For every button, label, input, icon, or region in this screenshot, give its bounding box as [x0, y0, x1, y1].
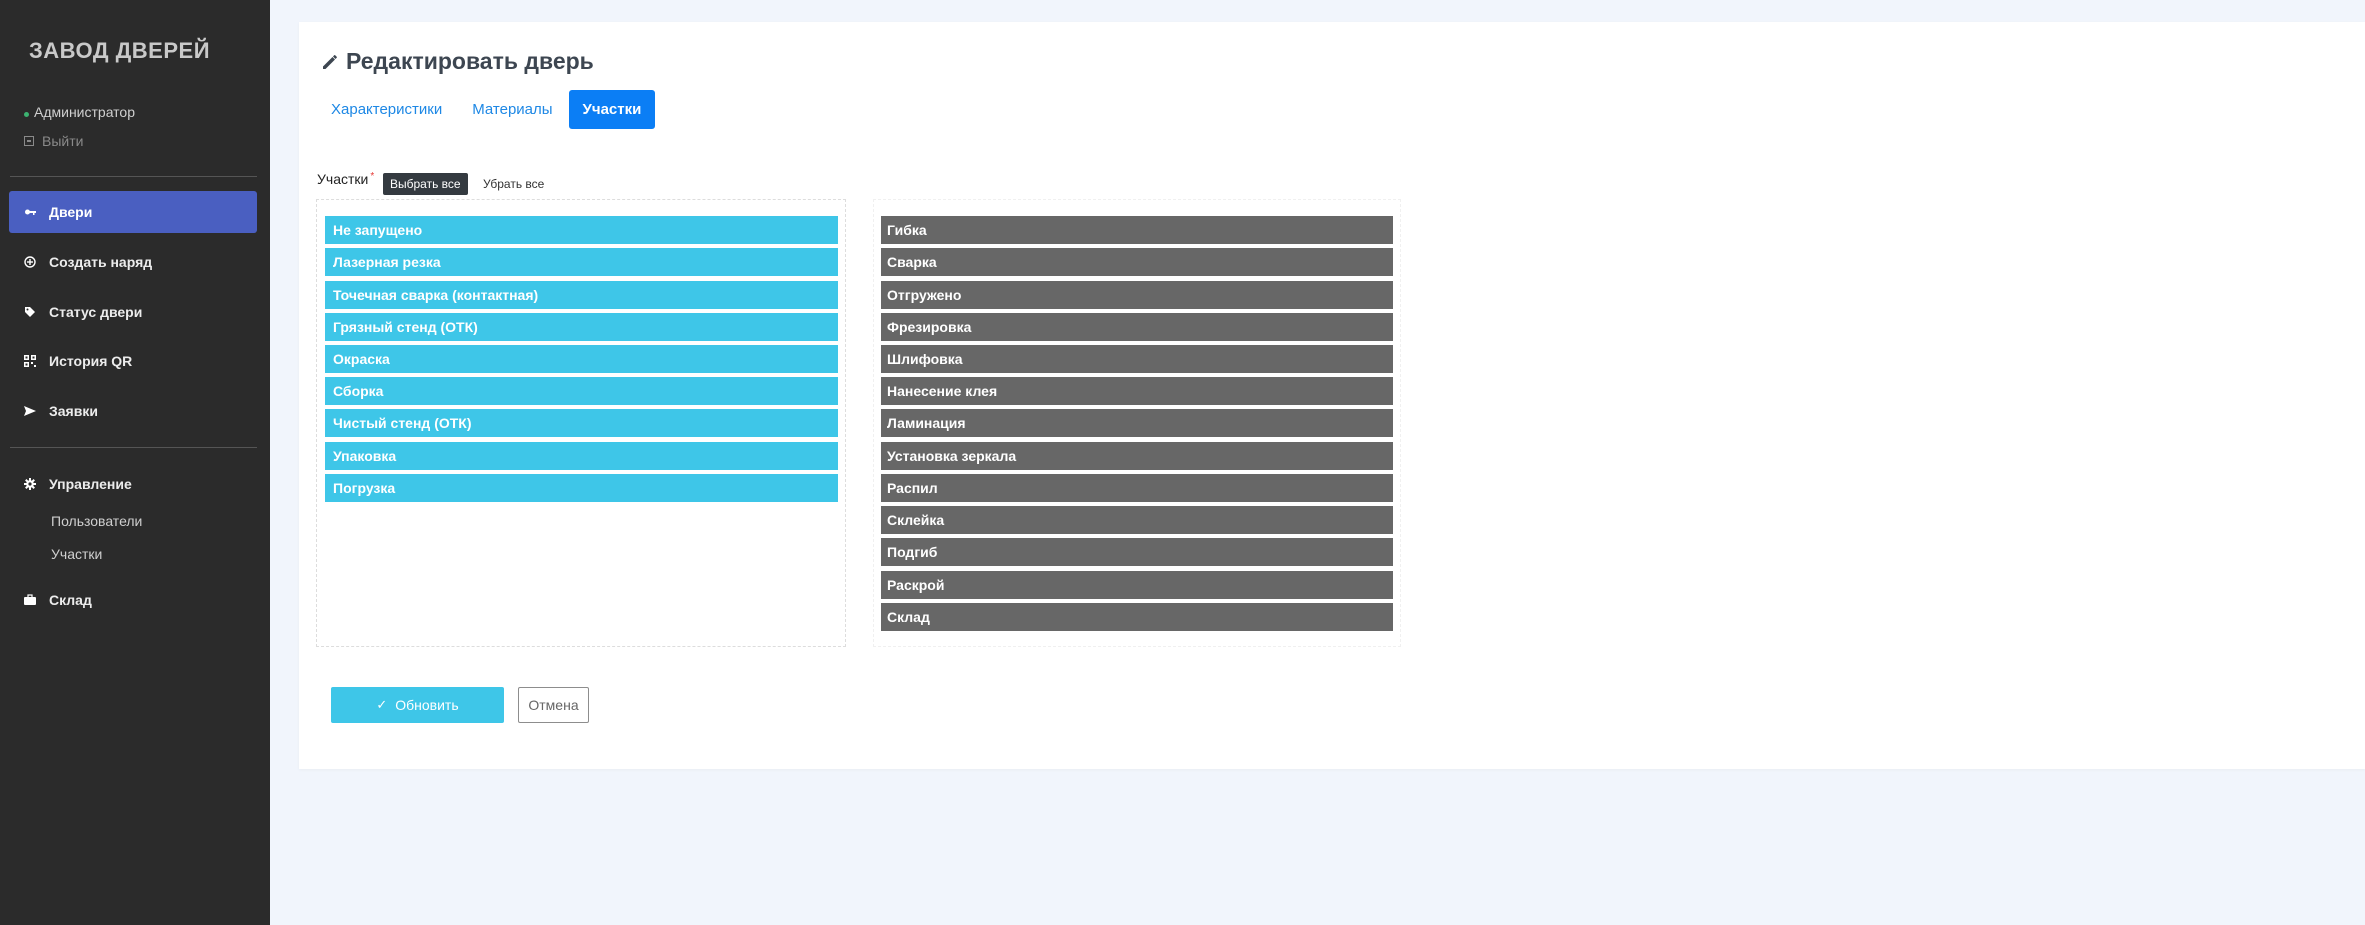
available-section-item[interactable]: Склейка: [881, 506, 1393, 534]
logout-label: Выйти: [42, 133, 84, 149]
sidebar-item-qr-history[interactable]: История QR: [9, 340, 257, 382]
sidebar-item-door-status[interactable]: Статус двери: [9, 291, 257, 333]
selected-section-item[interactable]: Упаковка: [325, 442, 838, 470]
sidebar-item-requests[interactable]: Заявки: [9, 390, 257, 432]
tab-characteristics[interactable]: Характеристики: [317, 90, 456, 129]
sidebar: ЗАВОД ДВЕРЕЙ Администратор Выйти Двери С…: [0, 0, 270, 925]
available-section-item[interactable]: Подгиб: [881, 538, 1393, 566]
sidebar-item-create-order[interactable]: Создать наряд: [9, 241, 257, 283]
update-button[interactable]: ✓ Обновить: [331, 687, 504, 723]
sidebar-divider: [10, 176, 257, 177]
selected-section-item[interactable]: Чистый стенд (ОТК): [325, 409, 838, 437]
available-section-item[interactable]: Распил: [881, 474, 1393, 502]
selected-section-item[interactable]: Погрузка: [325, 474, 838, 502]
clear-all-button[interactable]: Убрать все: [476, 173, 552, 195]
sidebar-item-label: История QR: [49, 353, 133, 369]
tab-materials[interactable]: Материалы: [458, 90, 566, 129]
selected-section-item[interactable]: Грязный стенд (ОТК): [325, 313, 838, 341]
paper-plane-icon: [24, 405, 36, 417]
current-user: Администратор: [24, 104, 135, 120]
available-section-item[interactable]: Сварка: [881, 248, 1393, 276]
sidebar-item-label: Склад: [49, 592, 92, 608]
available-section-item[interactable]: Отгружено: [881, 281, 1393, 309]
sidebar-item-doors[interactable]: Двери: [9, 191, 257, 233]
selected-section-item[interactable]: Сборка: [325, 377, 838, 405]
sidebar-subitem-users[interactable]: Пользователи: [51, 513, 142, 529]
page-title: Редактировать дверь: [320, 48, 594, 75]
available-sections-list: Гибка Сварка Отгружено Фрезировка Шлифов…: [873, 199, 1401, 647]
available-section-item[interactable]: Установка зеркала: [881, 442, 1393, 470]
sidebar-item-management[interactable]: Управление: [9, 463, 257, 505]
field-label-text: Участки: [317, 171, 369, 187]
cancel-button[interactable]: Отмена: [518, 687, 589, 723]
logout-icon: [24, 136, 34, 146]
selected-section-item[interactable]: Лазерная резка: [325, 248, 838, 276]
sidebar-item-label: Статус двери: [49, 304, 143, 320]
update-button-label: Обновить: [395, 697, 459, 713]
tab-sections[interactable]: Участки: [568, 90, 656, 129]
logout-link[interactable]: Выйти: [24, 133, 83, 149]
available-section-item[interactable]: Шлифовка: [881, 345, 1393, 373]
available-section-item[interactable]: Ламинация: [881, 409, 1393, 437]
sidebar-subitem-sections[interactable]: Участки: [51, 546, 102, 562]
pencil-icon: [323, 54, 337, 69]
sidebar-divider: [10, 447, 257, 448]
available-section-item[interactable]: Раскрой: [881, 571, 1393, 599]
sidebar-item-label: Заявки: [49, 403, 98, 419]
required-mark: *: [370, 171, 375, 182]
briefcase-icon: [24, 594, 36, 606]
available-section-item[interactable]: Склад: [881, 603, 1393, 631]
user-name: Администратор: [34, 104, 136, 120]
qrcode-icon: [24, 355, 36, 367]
available-section-item[interactable]: Гибка: [881, 216, 1393, 244]
check-icon: ✓: [376, 697, 388, 712]
sidebar-item-label: Создать наряд: [49, 254, 153, 270]
tabs: Характеристики Материалы Участки: [317, 90, 657, 129]
sidebar-item-label: Управление: [49, 476, 132, 492]
sections-field-label: Участки *: [317, 171, 374, 187]
select-all-button[interactable]: Выбрать все: [383, 173, 468, 195]
selected-section-item[interactable]: Не запущено: [325, 216, 838, 244]
tag-icon: [24, 306, 36, 318]
sidebar-item-warehouse[interactable]: Склад: [9, 579, 257, 621]
gear-icon: [24, 478, 36, 490]
selected-sections-list: Не запущено Лазерная резка Точечная свар…: [316, 199, 846, 647]
available-section-item[interactable]: Нанесение клея: [881, 377, 1393, 405]
online-status-dot: [24, 111, 29, 117]
selected-section-item[interactable]: Точечная сварка (контактная): [325, 281, 838, 309]
selected-section-item[interactable]: Окраска: [325, 345, 838, 373]
brand-title: ЗАВОД ДВЕРЕЙ: [29, 38, 211, 63]
available-section-item[interactable]: Фрезировка: [881, 313, 1393, 341]
page-title-text: Редактировать дверь: [346, 48, 594, 74]
plus-circle-icon: [24, 256, 36, 268]
key-icon: [24, 206, 36, 218]
sidebar-item-label: Двери: [49, 204, 93, 220]
